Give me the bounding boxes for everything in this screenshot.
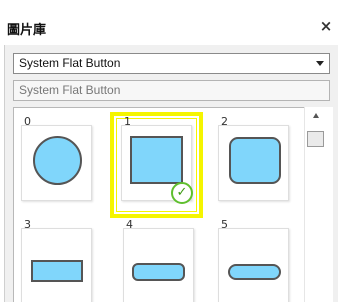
image-gallery: 0 1 ✓ 2 3 4 5 (13, 107, 333, 302)
rounded-rectangle-shape (132, 263, 185, 281)
rectangle-shape (31, 260, 83, 282)
thumbnail-card (21, 125, 92, 201)
close-button[interactable]: × (318, 18, 334, 34)
gallery-item-4[interactable]: 4 (118, 215, 200, 302)
checkmark-icon: ✓ (171, 182, 193, 204)
title-bar: 圖片庫 × (0, 0, 338, 45)
style-name-field[interactable]: System Flat Button (13, 80, 330, 101)
square-shape (130, 136, 183, 184)
gallery-item-1[interactable]: 1 ✓ (110, 112, 203, 218)
thumbnail-card (123, 228, 194, 302)
circle-shape (33, 136, 82, 185)
rounded-square-shape (229, 137, 281, 184)
gallery-item-5[interactable]: 5 (213, 215, 295, 302)
gallery-item-2[interactable]: 2 (213, 112, 295, 205)
thumbnail-card (218, 125, 289, 201)
thumbnail-card (218, 228, 289, 302)
style-dropdown-value: System Flat Button (19, 56, 121, 70)
window-title: 圖片庫 (7, 23, 47, 38)
thumbnail-card (21, 228, 92, 302)
pill-shape (228, 264, 281, 280)
gallery-item-0[interactable]: 0 (16, 112, 98, 205)
chevron-down-icon[interactable] (316, 61, 324, 66)
gallery-scrollbar[interactable] (304, 107, 333, 302)
scroll-up-arrow-icon[interactable] (313, 113, 319, 118)
gallery-item-3[interactable]: 3 (16, 215, 98, 302)
style-dropdown[interactable]: System Flat Button (13, 53, 330, 74)
scroll-thumb[interactable] (307, 131, 324, 147)
